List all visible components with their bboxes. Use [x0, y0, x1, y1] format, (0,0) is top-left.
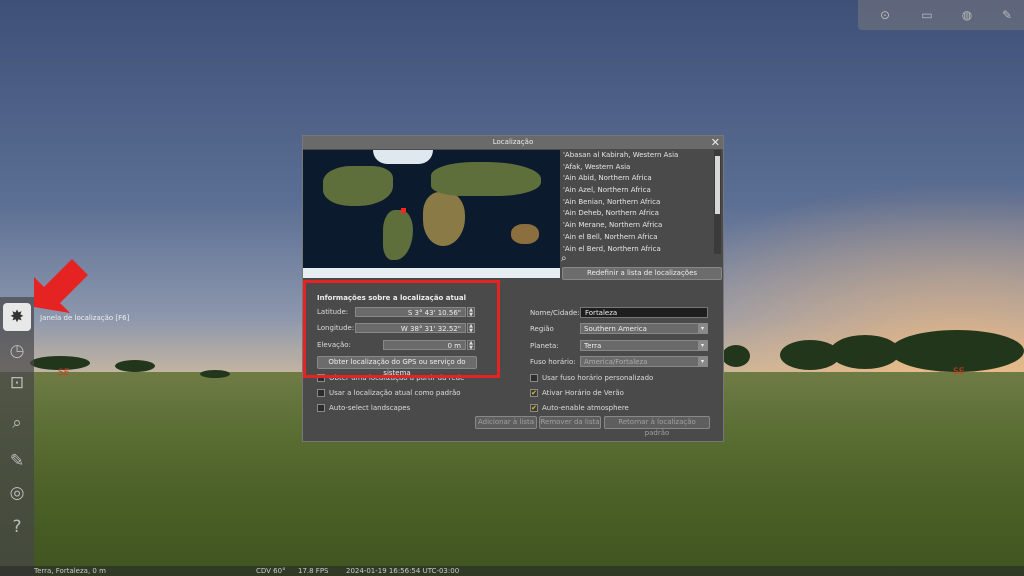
- compass-label-right: SE: [953, 367, 965, 377]
- timezone-select[interactable]: America/Fortaleza ▾: [580, 356, 708, 367]
- status-fov: CDV 60°: [256, 567, 286, 575]
- use-as-default-label: Usar a localização atual como padrão: [329, 389, 461, 397]
- list-item[interactable]: 'Ain Abid, Northern Africa: [563, 173, 713, 185]
- location-window-icon[interactable]: ✸: [3, 303, 31, 331]
- chevron-down-icon: ▾: [698, 341, 707, 350]
- remove-from-list-button[interactable]: Remover da lista: [539, 416, 601, 429]
- location-pin: [401, 208, 406, 213]
- astronomical-calculations-icon[interactable]: ◎: [3, 479, 31, 507]
- list-item[interactable]: 'Ain Azel, Northern Africa: [563, 185, 713, 197]
- planet-select[interactable]: Terra ▾: [580, 340, 708, 351]
- compass-label-left: SE: [58, 368, 70, 378]
- planet-label: Planeta:: [530, 342, 559, 350]
- map-australia: [511, 224, 539, 244]
- list-item[interactable]: 'Ain el Berd, Northern Africa: [563, 244, 713, 255]
- location-list-scrollbar[interactable]: [714, 150, 721, 254]
- globe-icon[interactable]: ◍: [960, 8, 974, 22]
- chevron-down-icon: ▾: [698, 324, 707, 333]
- monitor-icon[interactable]: ▭: [920, 8, 934, 22]
- timezone-label: Fuso horário:: [530, 358, 576, 366]
- status-datetime: 2024-01-19 16:56:54 UTC-03:00: [346, 567, 460, 575]
- custom-timezone-label: Usar fuso horário personalizado: [542, 374, 654, 382]
- date-time-icon[interactable]: ◷: [3, 337, 31, 365]
- map-africa: [423, 192, 465, 246]
- scrollbar-thumb[interactable]: [715, 156, 720, 214]
- map-north-america: [323, 166, 393, 206]
- list-item[interactable]: 'Ain Benian, Northern Africa: [563, 197, 713, 209]
- status-fps: 17.8 FPS: [298, 567, 329, 575]
- auto-atmosphere-label: Auto-enable atmosphere: [542, 404, 629, 412]
- reset-list-button[interactable]: Redefinir a lista de localizações: [562, 267, 722, 280]
- highlight-box: [303, 280, 500, 378]
- add-to-list-button[interactable]: Adicionar à lista: [475, 416, 537, 429]
- auto-select-landscapes-label: Auto-select landscapes: [329, 404, 411, 412]
- region-value: Southern America: [584, 325, 647, 333]
- configuration-icon[interactable]: ✎: [3, 447, 31, 475]
- daylight-saving-checkbox[interactable]: ✔: [530, 389, 538, 397]
- wrench-icon[interactable]: ✎: [1000, 8, 1014, 22]
- region-label: Região: [530, 325, 554, 333]
- list-item[interactable]: 'Ain Deheb, Northern Africa: [563, 208, 713, 220]
- map-south-america: [383, 210, 413, 260]
- list-item[interactable]: 'Ain el Bell, Northern Africa: [563, 232, 713, 244]
- custom-timezone-checkbox[interactable]: [530, 374, 538, 382]
- chevron-down-icon: ▾: [698, 357, 707, 366]
- tree: [890, 330, 1024, 372]
- tree: [722, 345, 750, 367]
- timezone-value: America/Fortaleza: [584, 358, 648, 366]
- dialog-title: Localização: [303, 136, 723, 149]
- auto-select-landscapes-checkbox[interactable]: [317, 404, 325, 412]
- city-input[interactable]: Fortaleza: [580, 307, 708, 318]
- search-icon[interactable]: ⌕: [3, 409, 31, 437]
- planet-value: Terra: [584, 342, 602, 350]
- world-map[interactable]: [303, 150, 560, 278]
- city-label: Nome/Cidade:: [530, 309, 580, 317]
- close-icon[interactable]: ✕: [711, 136, 720, 149]
- use-as-default-checkbox[interactable]: [317, 389, 325, 397]
- sky-viewing-icon[interactable]: ⊡: [3, 369, 31, 397]
- sidebar-tooltip: Janela de localização [F6]: [40, 314, 130, 322]
- daylight-saving-label: Ativar Horário de Verão: [542, 389, 624, 397]
- search-icon[interactable]: ⌕: [561, 253, 567, 264]
- top-right-toolbar: ⊙ ▭ ◍ ✎: [858, 0, 1024, 30]
- status-location: Terra, Fortaleza, 0 m: [34, 567, 106, 575]
- mouse-icon[interactable]: ⊙: [878, 8, 892, 22]
- status-bar: Terra, Fortaleza, 0 m CDV 60° 17.8 FPS 2…: [0, 566, 1024, 576]
- auto-atmosphere-checkbox[interactable]: ✔: [530, 404, 538, 412]
- list-item[interactable]: 'Afak, Western Asia: [563, 162, 713, 174]
- left-sidebar: ✸ ◷ ⊡ ⌕ ✎ ◎ ?: [0, 297, 34, 576]
- map-antarctica: [303, 268, 560, 278]
- tree: [115, 360, 155, 372]
- help-icon[interactable]: ?: [3, 513, 31, 541]
- list-item[interactable]: 'Abasan al Kabirah, Western Asia: [563, 150, 713, 162]
- annotation-arrow: [34, 259, 88, 313]
- map-greenland: [373, 150, 433, 164]
- map-eurasia: [431, 162, 541, 196]
- list-item[interactable]: 'Ain Merane, Northern Africa: [563, 220, 713, 232]
- location-list[interactable]: 'Abasan al Kabirah, Western Asia 'Afak, …: [563, 150, 713, 254]
- tree: [200, 370, 230, 378]
- return-default-location-button[interactable]: Retornar à localização padrão: [604, 416, 710, 437]
- region-select[interactable]: Southern America ▾: [580, 323, 708, 334]
